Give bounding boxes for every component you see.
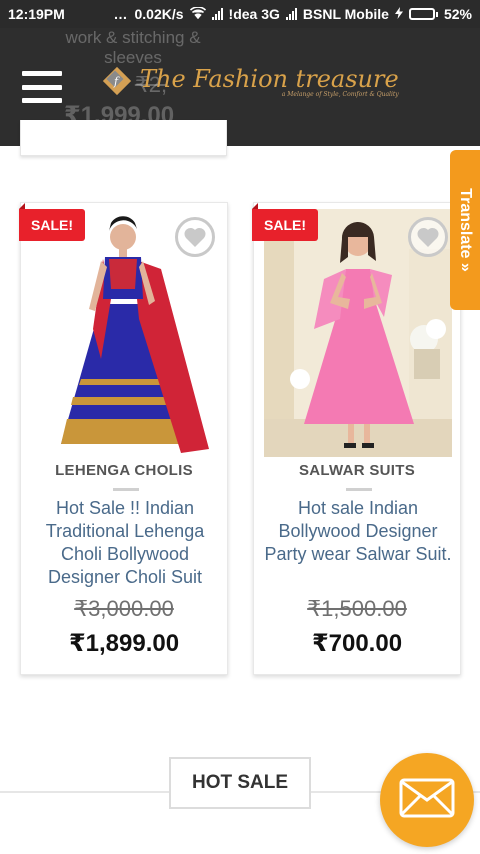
product-category[interactable]: LEHENGA CHOLIS [21, 462, 227, 479]
wishlist-heart-icon[interactable] [408, 217, 448, 257]
battery-icon [408, 8, 438, 20]
divider [113, 488, 139, 491]
menu-icon[interactable] [22, 71, 62, 103]
signal-bars-icon [211, 8, 223, 20]
signal-bars-icon [285, 8, 297, 20]
product-title[interactable]: Hot sale Indian Bollywood Designer Party… [264, 497, 452, 566]
site-logo[interactable]: f The Fashion treasure a Melange of Styl… [100, 64, 399, 98]
product-card[interactable]: SALE! [252, 202, 461, 675]
battery-percent: 52% [443, 6, 472, 22]
wishlist-heart-icon[interactable] [175, 217, 215, 257]
hot-sale-heading[interactable]: HOT SALE [169, 757, 311, 809]
translate-tab[interactable]: Translate » [450, 150, 480, 310]
previous-product-card[interactable] [20, 120, 227, 156]
translate-label: Translate » [457, 188, 474, 272]
status-right: … 0.02K/s !dea 3G BSNL Mobile 52% [113, 6, 472, 22]
wifi-icon [189, 6, 206, 22]
status-bar: 12:19PM … 0.02K/s !dea 3G BSNL Mobile 52… [0, 0, 480, 28]
carrier-1: !dea 3G [228, 6, 280, 22]
product-category[interactable]: SALWAR SUITS [254, 462, 460, 479]
sale-badge: SALE! [252, 203, 318, 241]
divider [346, 488, 372, 491]
envelope-icon [399, 778, 455, 823]
product-sale-price: ₹700.00 [311, 630, 403, 657]
app-page: 12:19PM … 0.02K/s !dea 3G BSNL Mobile 52… [0, 0, 480, 854]
brand-name: The Fashion treasure [140, 64, 399, 93]
scrolled-product-title: work & stitching & sleeves [65, 28, 201, 67]
hot-sale-label: HOT SALE [191, 772, 289, 793]
sale-badge: SALE! [19, 203, 85, 241]
logo-diamond-icon: f [100, 64, 134, 98]
product-old-price: ₹1,500.00 [307, 596, 407, 621]
product-title[interactable]: Hot Sale !! Indian Traditional Lehenga C… [31, 497, 219, 589]
brand-tagline: a Melange of Style, Comfort & Quality [281, 90, 399, 98]
product-sale-price: ₹1,899.00 [68, 630, 180, 657]
product-old-price: ₹3,000.00 [74, 596, 174, 621]
status-time: 12:19PM [8, 6, 65, 22]
notification-dots-icon: … [113, 6, 129, 22]
charging-bolt-icon [394, 6, 403, 22]
network-speed: 0.02K/s [134, 6, 184, 22]
product-card[interactable]: SALE! [19, 202, 228, 675]
carrier-2: BSNL Mobile [302, 6, 389, 22]
contact-mail-button[interactable] [380, 753, 474, 847]
